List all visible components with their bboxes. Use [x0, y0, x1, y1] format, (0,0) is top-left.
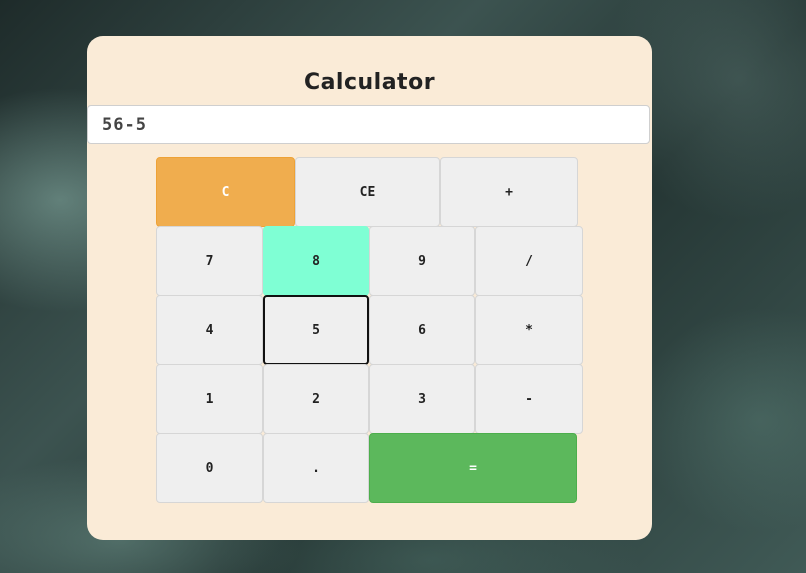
digit-0-button[interactable]: 0 — [156, 433, 263, 503]
digit-3-button[interactable]: 3 — [369, 364, 475, 434]
plus-button[interactable]: + — [440, 157, 578, 227]
clear-entry-button[interactable]: CE — [295, 157, 440, 227]
equals-button[interactable]: = — [369, 433, 577, 503]
digit-9-button[interactable]: 9 — [369, 226, 475, 296]
calculator-display[interactable] — [87, 105, 650, 144]
calculator-card: Calculator C CE + 7 8 9 / 4 5 6 * 1 2 3 … — [87, 36, 652, 540]
digit-8-button[interactable]: 8 — [263, 226, 369, 296]
digit-6-button[interactable]: 6 — [369, 295, 475, 365]
minus-button[interactable]: - — [475, 364, 583, 434]
divide-button[interactable]: / — [475, 226, 583, 296]
clear-button[interactable]: C — [156, 157, 295, 227]
digit-2-button[interactable]: 2 — [263, 364, 369, 434]
calculator-title: Calculator — [303, 70, 436, 95]
digit-7-button[interactable]: 7 — [156, 226, 263, 296]
multiply-button[interactable]: * — [475, 295, 583, 365]
decimal-button[interactable]: . — [263, 433, 369, 503]
digit-4-button[interactable]: 4 — [156, 295, 263, 365]
digit-5-button[interactable]: 5 — [263, 295, 369, 365]
digit-1-button[interactable]: 1 — [156, 364, 263, 434]
